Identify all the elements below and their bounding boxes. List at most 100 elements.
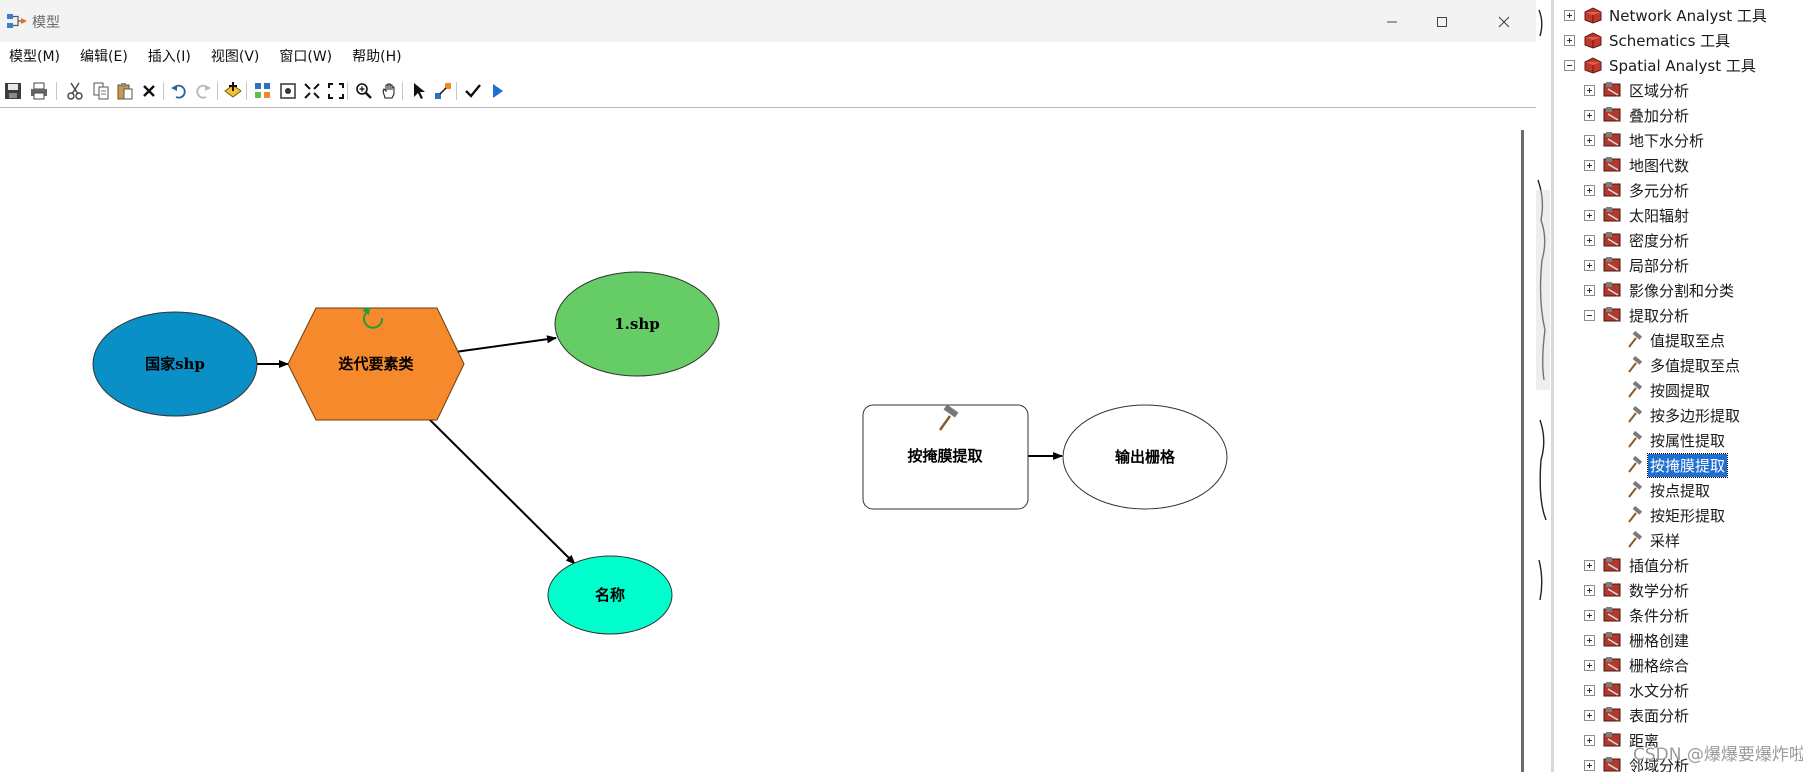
menu-edit[interactable]: 编辑(E): [70, 44, 138, 70]
expand-icon[interactable]: [1584, 184, 1595, 196]
tree-item[interactable]: 按圆提取: [1605, 378, 1712, 402]
auto-layout-button[interactable]: [252, 80, 274, 102]
expand-icon[interactable]: [1564, 34, 1575, 46]
tree-item[interactable]: 按属性提取: [1605, 428, 1727, 452]
toolbar: [0, 75, 1536, 108]
connector-iterator-output[interactable]: [454, 335, 557, 353]
tree-item[interactable]: 栅格创建: [1584, 628, 1691, 652]
collapse-icon[interactable]: [1564, 59, 1575, 71]
fixed-zoom-out-button[interactable]: [325, 80, 347, 102]
tree-item[interactable]: 条件分析: [1584, 603, 1691, 627]
node-output-raster[interactable]: 输出栅格: [1062, 404, 1228, 510]
tree-item[interactable]: 按掩膜提取: [1605, 452, 1729, 478]
expand-icon[interactable]: [1584, 709, 1595, 721]
tree-item[interactable]: 表面分析: [1584, 703, 1691, 727]
tree-item[interactable]: 按矩形提取: [1605, 503, 1727, 527]
add-connection-button[interactable]: [432, 80, 454, 102]
expand-icon[interactable]: [1584, 659, 1595, 671]
tree-item[interactable]: 栅格综合: [1584, 653, 1691, 677]
tree-item[interactable]: 区域分析: [1584, 78, 1691, 102]
pan-button[interactable]: [378, 80, 400, 102]
menu-help[interactable]: 帮助(H): [342, 44, 411, 70]
tree-item[interactable]: 地图代数: [1584, 153, 1691, 177]
save-button[interactable]: [2, 80, 24, 102]
expand-icon[interactable]: [1584, 609, 1595, 621]
tree-item[interactable]: 采样: [1605, 528, 1682, 552]
node-name[interactable]: 名称: [547, 555, 673, 635]
select-button[interactable]: [408, 80, 430, 102]
paste-button[interactable]: [114, 80, 136, 102]
tree-item[interactable]: 影像分割和分类: [1584, 278, 1736, 302]
fixed-zoom-in-button[interactable]: [301, 80, 323, 102]
maximize-button[interactable]: [1422, 8, 1462, 36]
tree-item[interactable]: Network Analyst 工具: [1564, 3, 1769, 27]
tree-item-label: 密度分析: [1629, 231, 1690, 250]
toolset-icon: [1603, 756, 1623, 772]
expand-icon[interactable]: [1584, 134, 1595, 146]
tree-item[interactable]: 多值提取至点: [1605, 353, 1742, 377]
tree-item[interactable]: 太阳辐射: [1584, 203, 1691, 227]
tree-item[interactable]: 插值分析: [1584, 553, 1691, 577]
connector-iterator-name[interactable]: [423, 413, 576, 565]
undo-button[interactable]: [168, 80, 190, 102]
expand-icon[interactable]: [1584, 634, 1595, 646]
tree-item[interactable]: Spatial Analyst 工具: [1564, 53, 1758, 77]
expand-icon[interactable]: [1584, 584, 1595, 596]
tree-item[interactable]: 密度分析: [1584, 228, 1691, 252]
run-button[interactable]: [486, 80, 508, 102]
vertical-scrollbar[interactable]: [1521, 130, 1524, 772]
toolset-icon: [1603, 81, 1623, 99]
model-canvas[interactable]: 国家shp 迭代要素类 1.shp 名称 按掩膜提取 输出栅格: [0, 108, 1522, 772]
expand-icon[interactable]: [1584, 759, 1595, 771]
menu-insert[interactable]: 插入(I): [138, 44, 201, 70]
print-button[interactable]: [28, 80, 50, 102]
tree-item[interactable]: 地下水分析: [1584, 128, 1706, 152]
tree-item[interactable]: 按点提取: [1605, 478, 1712, 502]
add-data-button[interactable]: [222, 80, 244, 102]
toolbox-icon: [1583, 56, 1603, 74]
expand-icon[interactable]: [1584, 684, 1595, 696]
expand-icon[interactable]: [1584, 209, 1595, 221]
cut-button[interactable]: [64, 80, 86, 102]
redo-button[interactable]: [192, 80, 214, 102]
full-extent-button[interactable]: [277, 80, 299, 102]
expand-icon[interactable]: [1584, 734, 1595, 746]
tree-item-label: Schematics 工具: [1609, 31, 1731, 50]
node-extract-by-mask[interactable]: 按掩膜提取: [862, 404, 1029, 510]
minimize-button[interactable]: [1372, 8, 1412, 36]
tree-item[interactable]: 提取分析: [1584, 303, 1691, 327]
delete-button[interactable]: [138, 80, 160, 102]
node-iterate-feature-classes[interactable]: 迭代要素类: [287, 307, 465, 421]
copy-button[interactable]: [90, 80, 112, 102]
tree-item[interactable]: 叠加分析: [1584, 103, 1691, 127]
validate-button[interactable]: [462, 80, 484, 102]
tree-item[interactable]: 局部分析: [1584, 253, 1691, 277]
menu-window[interactable]: 窗口(W): [269, 44, 342, 70]
tree-item[interactable]: Schematics 工具: [1564, 28, 1732, 52]
expand-icon[interactable]: [1584, 234, 1595, 246]
close-button[interactable]: [1484, 8, 1524, 36]
menu-model[interactable]: 模型(M): [0, 44, 70, 70]
expand-icon[interactable]: [1584, 109, 1595, 121]
fixed-zoom-out-icon: [328, 83, 344, 99]
expand-icon[interactable]: [1584, 259, 1595, 271]
tree-item[interactable]: 值提取至点: [1605, 328, 1727, 352]
tree-item[interactable]: 数学分析: [1584, 578, 1691, 602]
collapse-icon[interactable]: [1584, 309, 1595, 321]
toolset-icon: [1603, 206, 1623, 224]
tree-item[interactable]: 多元分析: [1584, 178, 1691, 202]
tree-item-label: 区域分析: [1629, 81, 1690, 100]
expand-icon[interactable]: [1564, 9, 1575, 21]
node-output-shp[interactable]: 1.shp: [554, 271, 720, 377]
menu-view[interactable]: 视图(V): [201, 44, 270, 70]
expand-icon[interactable]: [1584, 159, 1595, 171]
zoom-in-button[interactable]: [353, 80, 375, 102]
tree-item-label: 叠加分析: [1629, 106, 1690, 125]
expand-icon[interactable]: [1584, 84, 1595, 96]
expand-icon[interactable]: [1584, 284, 1595, 296]
tree-item[interactable]: 按多边形提取: [1605, 403, 1742, 427]
tree-item-label: 条件分析: [1629, 606, 1690, 625]
tree-item[interactable]: 水文分析: [1584, 678, 1691, 702]
node-country-shp[interactable]: 国家shp: [92, 311, 258, 417]
expand-icon[interactable]: [1584, 559, 1595, 571]
